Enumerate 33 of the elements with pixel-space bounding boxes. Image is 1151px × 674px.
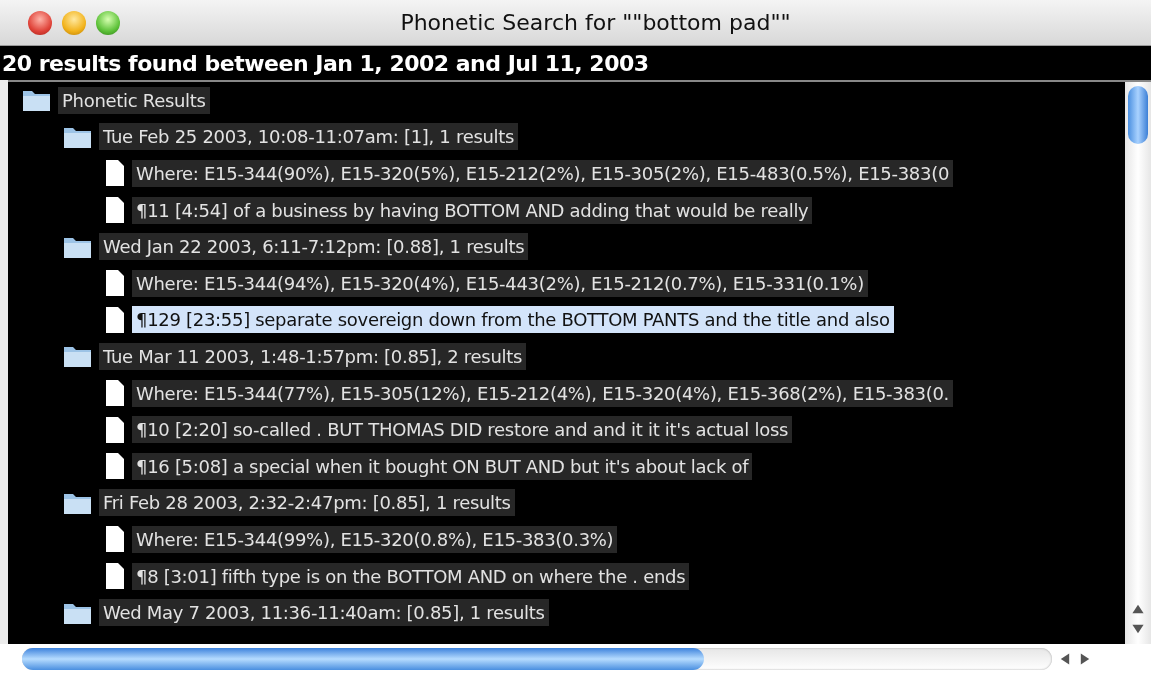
tree-item[interactable]: Phonetic Results [58,86,210,114]
tree-item[interactable]: Wed May 7 2003, 11:36-11:40am: [0.85], 1 results [99,599,549,627]
horizontal-scrollbar[interactable] [22,648,1052,670]
tree-item[interactable]: Tue Mar 11 2003, 1:48-1:57pm: [0.85], 2 results [99,342,527,370]
scroll-thumb[interactable] [1128,86,1148,144]
document-icon [104,415,126,444]
tree-item[interactable]: ¶8 [3:01] fifth type is on the BOTTOM AND on where the . ends [132,562,690,590]
tree-item[interactable]: Wed Jan 22 2003, 6:11-7:12pm: [0.88], 1 results [99,233,529,261]
tree-item[interactable]: ¶11 [4:54] of a business by having BOTTOM AND adding that would be really [132,196,813,224]
document-icon [104,305,126,334]
zoom-button[interactable] [96,10,120,35]
document-icon [104,159,126,188]
close-button[interactable] [28,10,52,35]
minimize-button[interactable] [62,10,86,35]
results-summary: 20 results found between Jan 1, 2002 and Jul 11, 2003 [0,46,1151,80]
window-title: Phonetic Search for ""bottom pad"" [399,10,792,35]
document-icon [104,525,126,554]
tree-item[interactable]: ¶16 [5:08] a special when it bought ON BUT AND but it's about lack of [132,452,753,480]
vertical-scrollbar[interactable] [1125,82,1151,644]
document-icon [104,379,126,408]
tree-item[interactable]: ¶129 [23:55] separate sovereign down from the BOTTOM PANTS and the title and also [132,306,894,334]
tree-item[interactable]: Where: E15-344(99%), E15-320(0.8%), E15-383(0.3%) [132,525,618,553]
document-icon [104,452,126,481]
tree-item[interactable]: ¶10 [2:20] so-called . BUT THOMAS DID restore and and it it it's actual loss [132,416,793,444]
tree-item[interactable]: Where: E15-344(94%), E15-320(4%), E15-443(2%), E15-212(0.7%), E15-331(0.1%) [132,269,868,297]
document-icon [104,269,126,298]
tree-item[interactable]: Where: E15-344(77%), E15-305(12%), E15-212(4%), E15-320(4%), E15-368(2%), E15-383(0. [132,379,954,407]
scroll-thumb[interactable] [22,648,704,670]
document-icon [104,196,126,225]
tree-item[interactable]: Tue Feb 25 2003, 10:08-11:07am: [1], 1 results [99,123,519,151]
tree-item[interactable]: Where: E15-344(90%), E15-320(5%), E15-212(2%), E15-305(2%), E15-483(0.5%), E15-383(0 [132,160,954,187]
tree-item[interactable]: Fri Feb 28 2003, 2:32-2:47pm: [0.85], 1 results [99,489,515,517]
document-icon [104,562,126,590]
